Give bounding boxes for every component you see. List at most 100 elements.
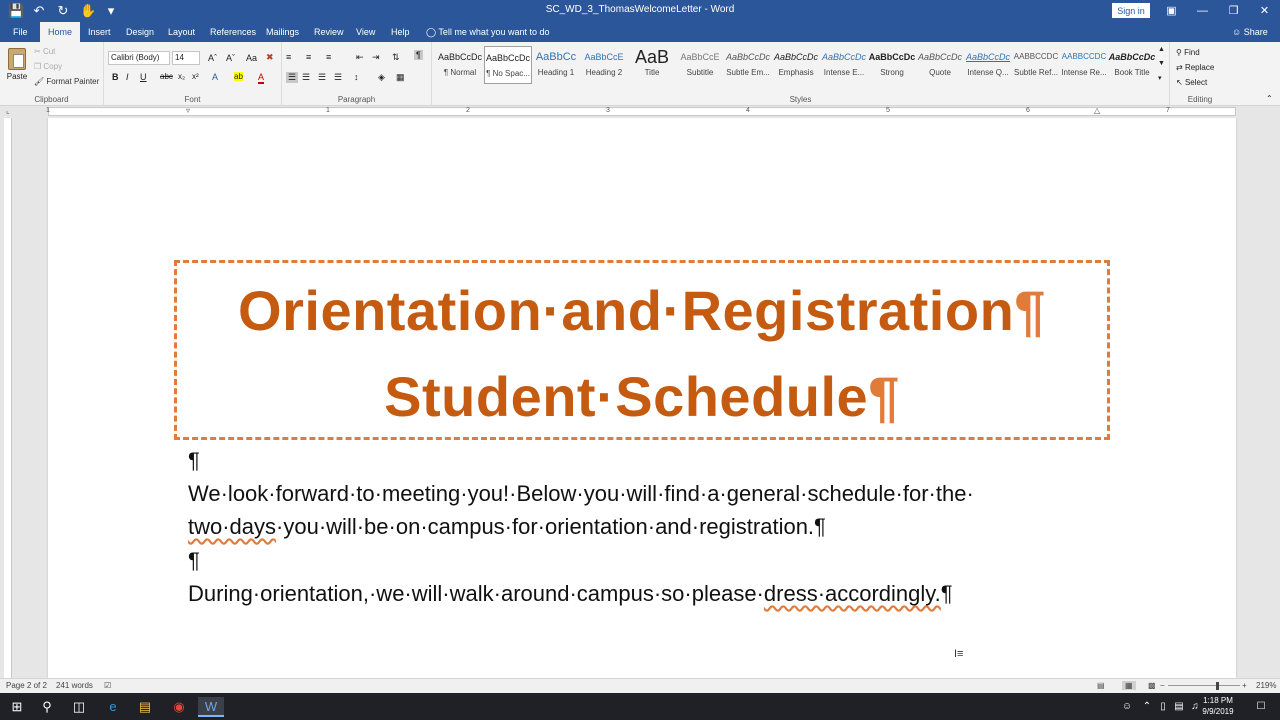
edge-browser-icon[interactable]: e: [100, 697, 126, 717]
read-mode-icon[interactable]: ▤: [1097, 681, 1105, 690]
right-indent-marker-icon[interactable]: △: [1094, 106, 1100, 115]
styles-scroll-up-icon[interactable]: ▲: [1158, 46, 1165, 53]
restore-icon[interactable]: ❐: [1218, 0, 1249, 22]
clear-formatting-icon[interactable]: ✖: [266, 52, 274, 63]
chrome-icon[interactable]: ◉: [166, 697, 192, 717]
grow-font-icon[interactable]: Aˆ: [208, 53, 217, 63]
align-center-icon[interactable]: ☰: [302, 72, 310, 83]
minimize-icon[interactable]: —: [1187, 0, 1218, 22]
replace-button[interactable]: ⇄ Replace: [1176, 63, 1214, 72]
style-item[interactable]: AaBbCcE Heading 2: [580, 46, 628, 84]
borders-icon[interactable]: ▦: [396, 72, 405, 83]
superscript-icon[interactable]: x²: [192, 72, 199, 81]
proofing-icon[interactable]: ☑: [104, 681, 111, 690]
word-app-icon[interactable]: W: [198, 697, 224, 717]
align-left-icon[interactable]: ☰: [286, 72, 299, 83]
style-item[interactable]: AABBCCDC Subtle Ref...: [1012, 46, 1060, 84]
heading-line-2[interactable]: Student·Schedule¶: [177, 369, 1107, 425]
bullets-icon[interactable]: ≡: [286, 52, 291, 62]
paragraph-2[interactable]: During·orientation,·we·will·walk·around·…: [188, 581, 953, 607]
windows-start-icon[interactable]: ⊞: [4, 697, 30, 717]
tell-me-input[interactable]: ◯ Tell me what you want to do: [426, 25, 549, 39]
task-view-icon[interactable]: ◫: [66, 697, 92, 717]
style-item[interactable]: AaBbCcDc ¶ No Spac...: [484, 46, 532, 84]
zoom-out-icon[interactable]: −: [1160, 681, 1165, 690]
tab-mailings[interactable]: Mailings: [266, 25, 299, 39]
multilevel-list-icon[interactable]: ≡: [326, 52, 331, 62]
word-count[interactable]: 241 words: [56, 681, 93, 690]
zoom-slider-thumb[interactable]: [1216, 682, 1219, 690]
subscript-icon[interactable]: x₂: [178, 72, 185, 81]
grammar-flag[interactable]: dress·accordingly.: [764, 581, 941, 606]
style-item[interactable]: AaB Title: [628, 46, 676, 84]
paste-button[interactable]: Paste: [6, 48, 28, 81]
style-item[interactable]: AaBbCcDc Strong: [868, 46, 916, 84]
tab-help[interactable]: Help: [391, 25, 410, 39]
strikethrough-icon[interactable]: abc: [160, 72, 173, 81]
shrink-font-icon[interactable]: Aˇ: [226, 53, 235, 63]
document-area[interactable]: Orientation·and·Registration¶ Student·Sc…: [12, 118, 1280, 678]
tab-file[interactable]: File: [13, 25, 28, 39]
format-painter-button[interactable]: 🖌 Format Painter: [34, 77, 99, 86]
heading-line-1[interactable]: Orientation·and·Registration¶: [177, 283, 1107, 339]
taskbar-clock[interactable]: 1:18 PM 9/9/2019: [1196, 695, 1240, 717]
line-spacing-icon[interactable]: ↕: [354, 72, 359, 82]
paragraph-1-line-1[interactable]: We·look·forward·to·meeting·you!·Below·yo…: [188, 481, 974, 507]
increase-indent-icon[interactable]: ⇥: [372, 52, 380, 63]
web-layout-icon[interactable]: ▩: [1148, 681, 1156, 690]
tab-home[interactable]: Home: [40, 22, 81, 42]
style-item[interactable]: AaBbCcDc ¶ Normal: [436, 46, 484, 84]
style-item[interactable]: AaBbCcE Subtitle: [676, 46, 724, 84]
underline-button[interactable]: U: [140, 72, 147, 82]
highlight-icon[interactable]: ab: [234, 72, 243, 81]
font-color-icon[interactable]: A: [258, 72, 265, 84]
bold-button[interactable]: B: [112, 72, 119, 82]
select-button[interactable]: ↖ Select: [1176, 78, 1207, 87]
tab-references[interactable]: References: [210, 25, 256, 39]
share-button[interactable]: ☺ Share: [1232, 25, 1268, 39]
sign-in-button[interactable]: Sign in: [1112, 3, 1150, 18]
horizontal-ruler[interactable]: ⌞ ▿ △ 1 1 2 3 4 5 6 7: [0, 106, 1280, 118]
style-item[interactable]: AaBbCcDc Intense E...: [820, 46, 868, 84]
copy-button[interactable]: ❐ Copy: [34, 62, 62, 71]
collapse-ribbon-icon[interactable]: ⌃: [1266, 94, 1273, 103]
title-border-box[interactable]: Orientation·and·Registration¶ Student·Sc…: [174, 260, 1110, 440]
tab-review[interactable]: Review: [314, 25, 344, 39]
numbering-icon[interactable]: ≡: [306, 52, 311, 62]
tab-view[interactable]: View: [356, 25, 375, 39]
style-item[interactable]: AaBbCc Heading 1: [532, 46, 580, 84]
paragraph-1-line-2[interactable]: two·days·you·will·be·on·campus·for·orien…: [188, 514, 826, 540]
font-size-select[interactable]: 14: [172, 51, 200, 65]
zoom-slider[interactable]: [1168, 685, 1240, 686]
cut-button[interactable]: ✂ Cut: [34, 47, 55, 56]
notifications-icon[interactable]: ☐: [1248, 697, 1274, 717]
style-item[interactable]: AaBbCcDc Book Title: [1108, 46, 1156, 84]
font-name-select[interactable]: Calibri (Body): [108, 51, 170, 65]
decrease-indent-icon[interactable]: ⇤: [356, 52, 364, 63]
indent-marker-icon[interactable]: ▿: [186, 106, 190, 115]
page-count[interactable]: Page 2 of 2: [6, 681, 47, 690]
italic-button[interactable]: I: [126, 72, 129, 82]
zoom-in-icon[interactable]: +: [1242, 681, 1247, 690]
styles-scroll-down-icon[interactable]: ▼: [1158, 60, 1165, 67]
ribbon-display-icon[interactable]: ▣: [1156, 0, 1187, 22]
styles-more-icon[interactable]: ▾: [1158, 74, 1162, 82]
sort-icon[interactable]: ⇅: [392, 52, 400, 63]
print-layout-icon[interactable]: ▦: [1122, 681, 1136, 690]
find-button[interactable]: ⚲ Find: [1176, 48, 1200, 57]
style-item[interactable]: AABBCCDC Intense Re...: [1060, 46, 1108, 84]
tab-layout[interactable]: Layout: [168, 25, 195, 39]
style-item[interactable]: AaBbCcDc Emphasis: [772, 46, 820, 84]
shading-icon[interactable]: ◈: [378, 72, 385, 83]
style-item[interactable]: AaBbCcDc Intense Q...: [964, 46, 1012, 84]
tab-insert[interactable]: Insert: [88, 25, 111, 39]
style-item[interactable]: AaBbCcDc Quote: [916, 46, 964, 84]
justify-icon[interactable]: ☰: [334, 72, 342, 83]
text-effects-icon[interactable]: A: [212, 72, 218, 82]
empty-paragraph[interactable]: ¶: [188, 448, 200, 474]
align-right-icon[interactable]: ☰: [318, 72, 326, 83]
change-case-icon[interactable]: Aa: [246, 53, 257, 63]
tab-selector-icon[interactable]: ⌞: [6, 106, 10, 115]
zoom-level[interactable]: 219%: [1256, 681, 1276, 690]
show-hide-pilcrow-icon[interactable]: ¶: [414, 50, 423, 60]
